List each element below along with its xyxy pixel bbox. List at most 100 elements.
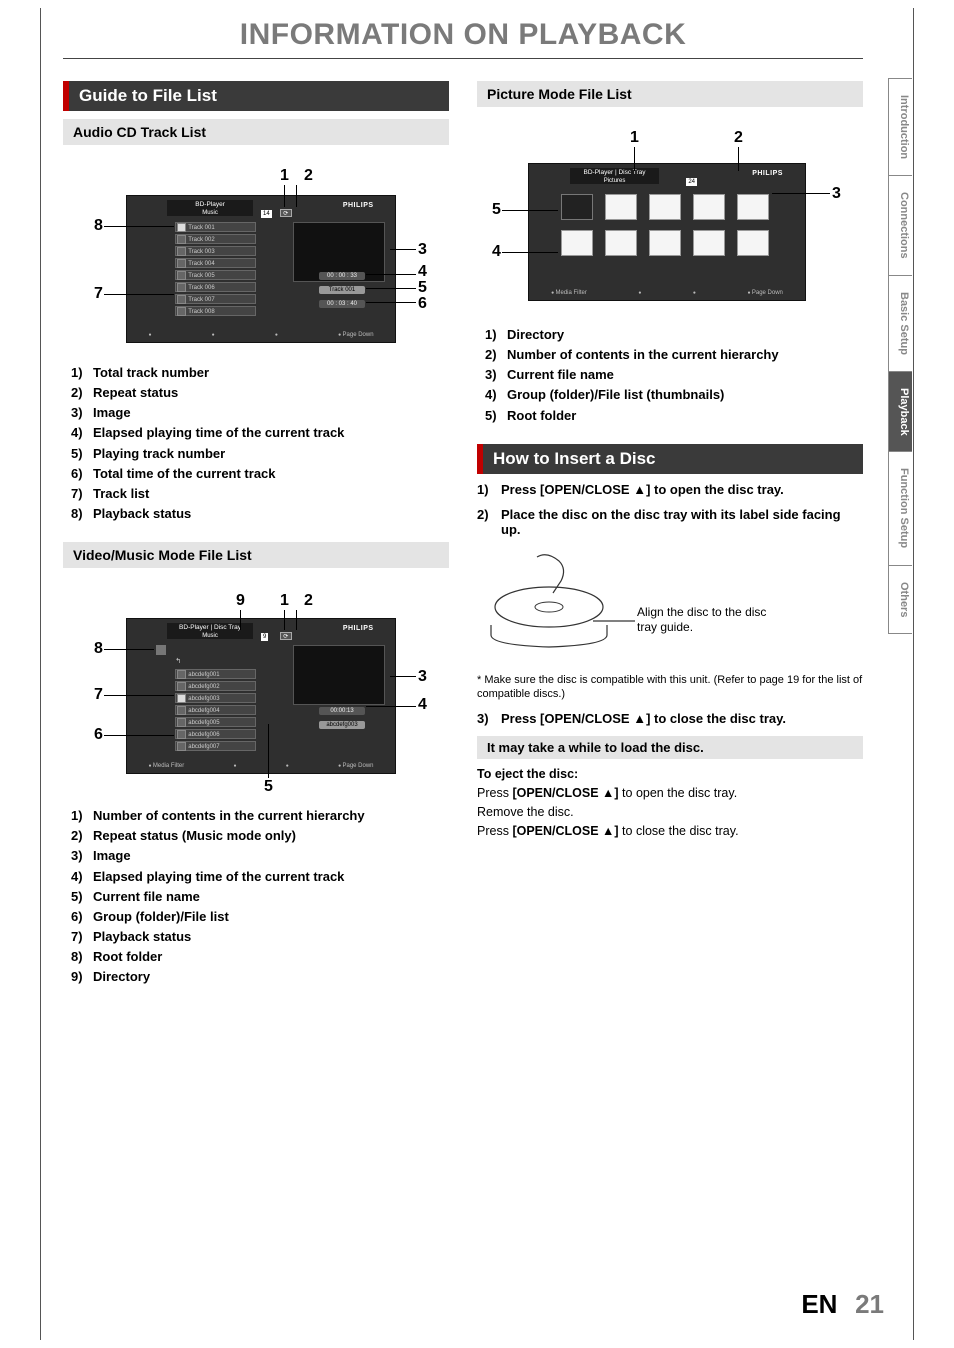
file-row-1: abcdefg001 bbox=[175, 669, 255, 679]
footer-lang: EN bbox=[801, 1289, 837, 1319]
legend-item: 5)Root folder bbox=[485, 406, 863, 426]
file-label: abcdefg003 bbox=[188, 696, 219, 702]
line bbox=[366, 288, 416, 289]
disc-illustration: Align the disc to the disc tray guide. bbox=[477, 547, 677, 667]
callout-8: 8 bbox=[94, 640, 103, 658]
audio-legend: 1)Total track number 2)Repeat status 3)I… bbox=[71, 363, 449, 524]
line bbox=[104, 649, 154, 650]
page-content: INFORMATION ON PLAYBACK Guide to File Li… bbox=[63, 18, 863, 1005]
line bbox=[738, 147, 739, 171]
thumbnail bbox=[737, 230, 769, 256]
tab-function-setup[interactable]: Function Setup bbox=[888, 451, 912, 564]
picture-header-line2: Pictures bbox=[570, 177, 658, 185]
load-note-bar: It may take a while to load the disc. bbox=[477, 736, 863, 759]
legend-item: 4)Elapsed playing time of the current tr… bbox=[71, 867, 449, 887]
footer-dot bbox=[212, 332, 215, 338]
section-how-to-insert-disc: How to Insert a Disc bbox=[477, 444, 863, 474]
eject-line-1: Press [OPEN/CLOSE ▲] to open the disc tr… bbox=[477, 784, 863, 803]
eject-line-3: Press [OPEN/CLOSE ▲] to close the disc t… bbox=[477, 822, 863, 841]
track-row-5: Track 005 bbox=[175, 270, 255, 280]
note-icon bbox=[177, 718, 186, 727]
tab-connections[interactable]: Connections bbox=[888, 175, 912, 275]
compatibility-note: * Make sure the disc is compatible with … bbox=[477, 673, 863, 702]
audio-screen-header: BD-Player Music bbox=[167, 200, 253, 216]
thumbnail bbox=[561, 194, 593, 220]
footer-dot bbox=[275, 332, 278, 338]
thumbnail bbox=[649, 194, 681, 220]
callout-9: 9 bbox=[236, 592, 245, 610]
picture-legend: 1)Directory 2)Number of contents in the … bbox=[485, 325, 863, 426]
thumbnail bbox=[737, 194, 769, 220]
legend-item: 8)Playback status bbox=[71, 504, 449, 524]
thumbnail bbox=[693, 230, 725, 256]
video-image-panel bbox=[293, 645, 385, 705]
line bbox=[390, 249, 416, 250]
note-icon bbox=[177, 670, 186, 679]
line bbox=[366, 274, 416, 275]
audio-header-line1: BD-Player bbox=[167, 201, 253, 209]
video-playing-pill: abcdefg003 bbox=[319, 721, 365, 729]
callout-7: 7 bbox=[94, 285, 103, 303]
legend-item: 8)Root folder bbox=[71, 947, 449, 967]
note-icon bbox=[177, 730, 186, 739]
note-icon bbox=[177, 706, 186, 715]
file-row-5: abcdefg005 bbox=[175, 717, 255, 727]
legend-item: 1)Number of contents in the current hier… bbox=[71, 806, 449, 826]
note-icon bbox=[177, 235, 186, 244]
video-screen: BD-Player | Disc Tray Music PHILIPS 9 ⟳ … bbox=[126, 618, 396, 774]
step-number: 2) bbox=[477, 507, 501, 537]
footer-page-down: Page Down bbox=[338, 763, 373, 769]
tab-introduction[interactable]: Introduction bbox=[888, 78, 912, 175]
track-row-3: Track 003 bbox=[175, 246, 255, 256]
legend-item: 9)Directory bbox=[71, 967, 449, 987]
tab-playback[interactable]: Playback bbox=[888, 371, 912, 452]
note-icon bbox=[177, 283, 186, 292]
legend-item: 2)Repeat status (Music mode only) bbox=[71, 826, 449, 846]
eject-title: To eject the disc: bbox=[477, 765, 863, 784]
thumbnail bbox=[605, 194, 637, 220]
footer-media-filter: Media Filter bbox=[551, 290, 587, 296]
track-label: Track 003 bbox=[188, 249, 214, 255]
file-label: abcdefg002 bbox=[188, 684, 219, 690]
line bbox=[296, 610, 297, 630]
legend-item: 1)Directory bbox=[485, 325, 863, 345]
line bbox=[634, 147, 635, 171]
step-3: 3) Press [OPEN/CLOSE ▲] to close the dis… bbox=[477, 711, 863, 726]
subsection-audio-cd: Audio CD Track List bbox=[63, 119, 449, 145]
footer-dot bbox=[638, 290, 641, 296]
legend-item: 3)Image bbox=[71, 846, 449, 866]
audio-header-line2: Music bbox=[167, 209, 253, 217]
tab-others[interactable]: Others bbox=[888, 565, 912, 634]
thumbnail bbox=[649, 230, 681, 256]
page-footer: EN 21 bbox=[801, 1289, 884, 1320]
callout-3: 3 bbox=[418, 241, 427, 259]
step-text: Press [OPEN/CLOSE ▲] to close the disc t… bbox=[501, 711, 863, 726]
legend-item: 7)Playback status bbox=[71, 927, 449, 947]
legend-item: 6)Total time of the current track bbox=[71, 464, 449, 484]
callout-8: 8 bbox=[94, 217, 103, 235]
legend-item: 7)Track list bbox=[71, 484, 449, 504]
track-row-8: Track 008 bbox=[175, 306, 255, 316]
line bbox=[268, 724, 269, 778]
audio-screen: BD-Player Music PHILIPS 14 ⟳ Track 001 T… bbox=[126, 195, 396, 343]
directory-icon: ↰ bbox=[175, 657, 185, 667]
callout-5: 5 bbox=[492, 201, 501, 219]
step-number: 1) bbox=[477, 482, 501, 497]
thumbnail bbox=[561, 230, 593, 256]
file-row-4: abcdefg004 bbox=[175, 705, 255, 715]
video-repeat-badge: ⟳ bbox=[280, 632, 292, 640]
audio-elapsed-pill: 00 : 00 : 33 bbox=[319, 272, 365, 280]
right-column: Picture Mode File List BD-Player | Disc … bbox=[477, 81, 863, 1005]
tab-basic-setup[interactable]: Basic Setup bbox=[888, 275, 912, 371]
root-folder-icon bbox=[156, 645, 166, 655]
video-legend: 1)Number of contents in the current hier… bbox=[71, 806, 449, 987]
track-label: Track 004 bbox=[188, 261, 214, 267]
line bbox=[104, 695, 174, 696]
callout-2: 2 bbox=[304, 592, 313, 610]
track-label: Track 008 bbox=[188, 309, 214, 315]
video-header-line2: Music bbox=[167, 632, 253, 640]
picture-screen-header: BD-Player | Disc Tray Pictures bbox=[570, 168, 658, 184]
audio-count-badge: 14 bbox=[261, 210, 272, 218]
file-row-3: abcdefg003 bbox=[175, 693, 255, 703]
audio-diagram: BD-Player Music PHILIPS 14 ⟳ Track 001 T… bbox=[66, 155, 446, 355]
